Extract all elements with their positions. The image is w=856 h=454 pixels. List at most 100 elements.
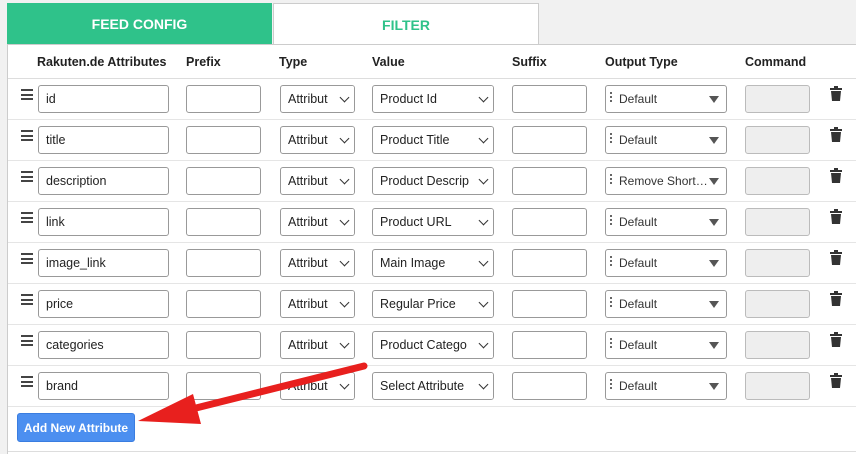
command-input[interactable] (745, 167, 810, 195)
output-type-select[interactable]: Default (605, 290, 727, 318)
value-select[interactable]: Product URL (372, 208, 494, 236)
command-input[interactable] (745, 208, 810, 236)
suffix-input[interactable] (512, 249, 587, 277)
command-input[interactable] (745, 372, 810, 400)
tab-filter[interactable]: FILTER (273, 3, 539, 45)
tab-feed-config[interactable]: FEED CONFIG (7, 3, 272, 45)
prefix-input[interactable] (186, 208, 261, 236)
trash-icon[interactable] (830, 127, 842, 142)
add-new-attribute-button[interactable]: Add New Attribute (17, 413, 135, 442)
attribute-name-input[interactable] (38, 167, 169, 195)
output-type-value: Remove Short… (619, 174, 708, 188)
hamburger-icon[interactable] (21, 171, 33, 182)
type-select[interactable]: Attribut (280, 331, 355, 359)
trash-icon[interactable] (830, 332, 842, 347)
drag-dots-icon (610, 215, 612, 227)
value-select[interactable]: Main Image (372, 249, 494, 277)
caret-down-icon (709, 301, 719, 308)
attribute-name-input[interactable] (38, 249, 169, 277)
value-select[interactable]: Select Attribute (372, 372, 494, 400)
value-select[interactable]: Product Descrip (372, 167, 494, 195)
value-select-value: Select Attribute (380, 379, 465, 393)
command-input[interactable] (745, 331, 810, 359)
suffix-input[interactable] (512, 208, 587, 236)
attribute-name-input[interactable] (38, 126, 169, 154)
attribute-name-input[interactable] (38, 208, 169, 236)
prefix-input[interactable] (186, 331, 261, 359)
prefix-input[interactable] (186, 290, 261, 318)
suffix-input[interactable] (512, 290, 587, 318)
command-input[interactable] (745, 85, 810, 113)
hamburger-icon[interactable] (21, 253, 33, 264)
prefix-input[interactable] (186, 372, 261, 400)
table-row: Attribut Product Id Default (8, 79, 856, 120)
attribute-name-input[interactable] (38, 331, 169, 359)
caret-down-icon (709, 342, 719, 349)
trash-icon[interactable] (830, 86, 842, 101)
value-select-value: Regular Price (380, 297, 456, 311)
type-select[interactable]: Attribut (280, 290, 355, 318)
hamburger-icon[interactable] (21, 376, 33, 387)
table-row: Attribut Product URL Default (8, 202, 856, 243)
table-footer: Add New Attribute (8, 406, 856, 452)
prefix-input[interactable] (186, 167, 261, 195)
hamburger-icon[interactable] (21, 335, 33, 346)
caret-down-icon (709, 96, 719, 103)
table-row: Attribut Product Descrip Remove Short… (8, 161, 856, 202)
trash-icon[interactable] (830, 250, 842, 265)
attribute-mapping-panel: Rakuten.de Attributes Prefix Type Value … (7, 44, 856, 454)
output-type-select[interactable]: Default (605, 85, 727, 113)
output-type-select[interactable]: Default (605, 372, 727, 400)
drag-dots-icon (610, 297, 612, 309)
command-input[interactable] (745, 126, 810, 154)
value-select[interactable]: Regular Price (372, 290, 494, 318)
value-select-value: Product Catego (380, 338, 467, 352)
type-select[interactable]: Attribut (280, 167, 355, 195)
command-input[interactable] (745, 249, 810, 277)
prefix-input[interactable] (186, 126, 261, 154)
drag-dots-icon (610, 379, 612, 391)
type-select[interactable]: Attribut (280, 126, 355, 154)
output-type-select[interactable]: Default (605, 249, 727, 277)
suffix-input[interactable] (512, 85, 587, 113)
table-row: Attribut Product Catego Default (8, 325, 856, 366)
output-type-value: Default (619, 215, 658, 229)
trash-icon[interactable] (830, 373, 842, 388)
header-prefix: Prefix (186, 55, 221, 69)
hamburger-icon[interactable] (21, 212, 33, 223)
suffix-input[interactable] (512, 167, 587, 195)
hamburger-icon[interactable] (21, 294, 33, 305)
type-select[interactable]: Attribut (280, 249, 355, 277)
caret-down-icon (709, 178, 719, 185)
trash-icon[interactable] (830, 168, 842, 183)
type-select[interactable]: Attribut (280, 372, 355, 400)
type-select[interactable]: Attribut (280, 85, 355, 113)
output-type-select[interactable]: Default (605, 208, 727, 236)
output-type-select[interactable]: Remove Short… (605, 167, 727, 195)
attribute-name-input[interactable] (38, 372, 169, 400)
prefix-input[interactable] (186, 249, 261, 277)
value-select[interactable]: Product Catego (372, 331, 494, 359)
attribute-name-input[interactable] (38, 85, 169, 113)
type-select[interactable]: Attribut (280, 208, 355, 236)
trash-icon[interactable] (830, 291, 842, 306)
value-select[interactable]: Product Title (372, 126, 494, 154)
type-select-value: Attribut (288, 92, 328, 106)
attribute-name-input[interactable] (38, 290, 169, 318)
output-type-select[interactable]: Default (605, 126, 727, 154)
suffix-input[interactable] (512, 331, 587, 359)
trash-icon[interactable] (830, 209, 842, 224)
value-select-value: Product Id (380, 92, 437, 106)
value-select[interactable]: Product Id (372, 85, 494, 113)
command-input[interactable] (745, 290, 810, 318)
suffix-input[interactable] (512, 372, 587, 400)
value-select-value: Product Descrip (380, 174, 469, 188)
output-type-select[interactable]: Default (605, 331, 727, 359)
output-type-value: Default (619, 256, 658, 270)
prefix-input[interactable] (186, 85, 261, 113)
drag-dots-icon (610, 92, 612, 104)
header-value: Value (372, 55, 405, 69)
hamburger-icon[interactable] (21, 89, 33, 100)
hamburger-icon[interactable] (21, 130, 33, 141)
suffix-input[interactable] (512, 126, 587, 154)
